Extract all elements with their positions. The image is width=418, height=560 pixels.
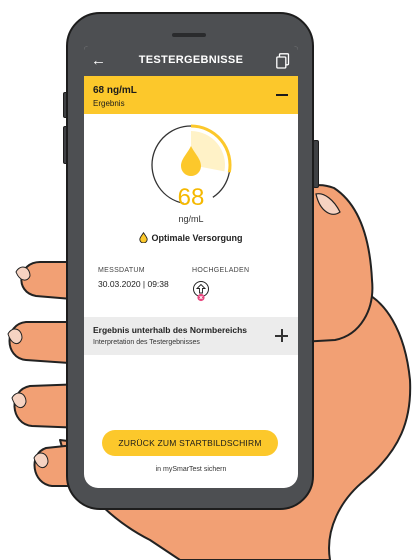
plus-icon[interactable]: [275, 329, 288, 342]
page-title: TESTERGEBNISSE: [138, 54, 244, 66]
export-document-icon[interactable]: [276, 53, 290, 69]
arrow-left-icon[interactable]: ←: [91, 52, 106, 70]
app-header: ← TESTERGEBNISSE: [84, 46, 298, 76]
status-text: Optimale Versorgung: [151, 233, 243, 243]
drop-icon: [139, 232, 149, 243]
error-cross-icon: [197, 293, 205, 302]
date-label: MESSDATUM: [98, 267, 145, 274]
upload-icon: [193, 281, 209, 302]
result-big-value: 68: [177, 184, 205, 211]
save-to-mysmartest-link[interactable]: in mySmarTest sichern: [84, 466, 298, 473]
result-unit: ng/mL: [178, 214, 204, 224]
status-row: Optimale Versorgung: [84, 232, 298, 243]
minus-icon[interactable]: [276, 94, 288, 96]
interpretation-subtitle: Interpretation des Testergebnisses: [93, 339, 200, 346]
upload-label: HOCHGELADEN: [192, 267, 250, 274]
result-summary-bar[interactable]: 68 ng/mL Ergebnis: [84, 76, 298, 114]
interpretation-accordion[interactable]: Ergebnis unterhalb des Normbereichs Inte…: [84, 317, 298, 355]
app-screen: ← TESTERGEBNISSE 68 ng/mL Ergebnis 68 ng…: [84, 46, 298, 488]
result-value: 68 ng/mL: [93, 85, 137, 96]
interpretation-title: Ergebnis unterhalb des Normbereichs: [93, 325, 247, 335]
date-value: 30.03.2020 | 09:38: [98, 279, 169, 289]
phone-speaker: [172, 33, 206, 37]
back-to-home-button[interactable]: ZURÜCK ZUM STARTBILDSCHIRM: [102, 430, 278, 456]
result-label: Ergebnis: [93, 99, 125, 108]
